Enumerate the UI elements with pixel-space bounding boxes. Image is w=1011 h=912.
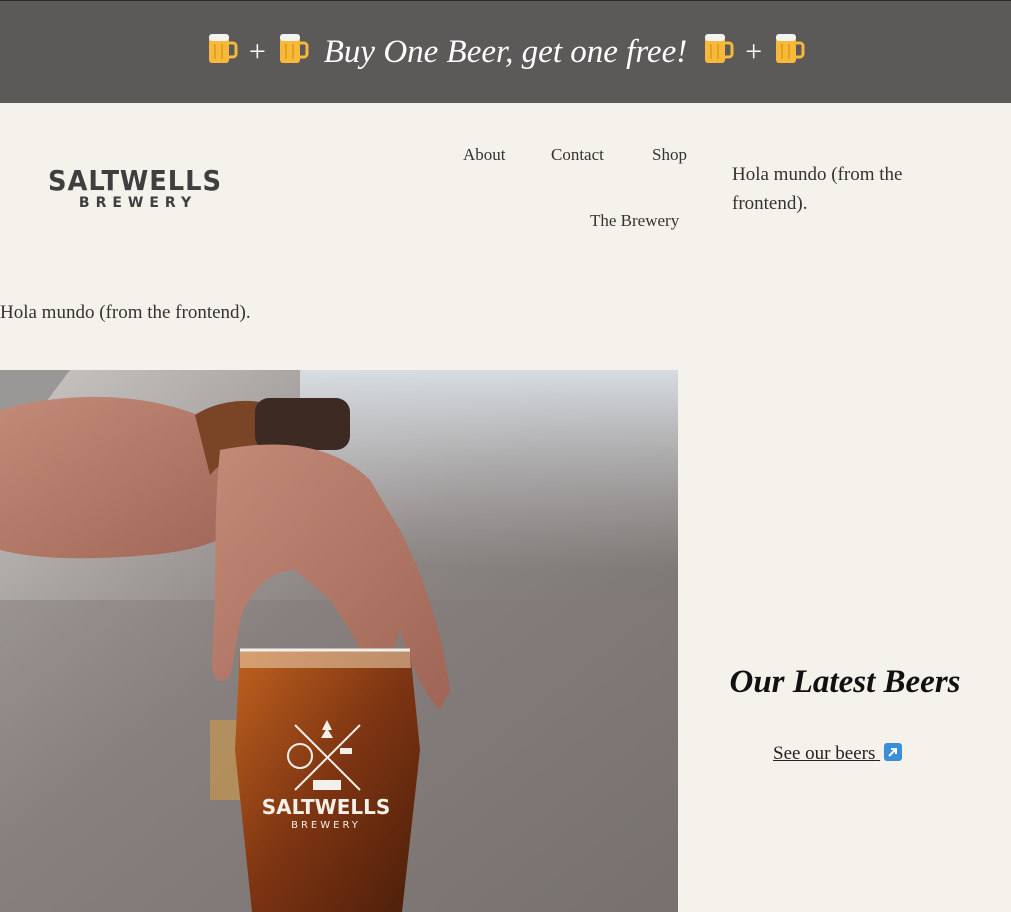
see-our-beers-link[interactable]: See our beers [773,743,903,765]
beer-mug-icon [701,31,735,74]
promo-banner: + Buy One Beer, get one free! + [0,0,1011,103]
nav-about-link[interactable]: About [463,145,506,165]
nav-contact-link[interactable]: Contact [551,145,604,165]
logo-line1: SALTWELLS [48,164,222,197]
external-arrow-icon [884,743,903,761]
site-logo[interactable]: SALTWELLS BREWERY [39,164,231,212]
nav-shop-link[interactable]: Shop [652,145,687,165]
logo-line2: BREWERY [78,195,198,211]
plus-sign: + [248,35,266,68]
promo-text: Buy One Beer, get one free! [323,33,688,70]
hola-text-header: Hola mundo (from the frontend). [732,164,903,214]
hero-beer-image: SALTWELLS BREWERY [0,370,678,912]
beer-mug-icon [276,31,310,74]
glass-logo-line2: BREWERY [291,820,361,831]
latest-beers-heading: Our Latest Beers [729,664,961,700]
hola-text-body: Hola mundo (from the frontend). [0,302,251,323]
glass-logo-line1: SALTWELLS [262,795,391,819]
nav-brewery-link[interactable]: The Brewery [590,211,679,231]
beer-mug-icon [205,31,239,74]
beer-mug-icon [772,31,806,74]
see-our-beers-label: See our beers [773,743,876,764]
plus-sign: + [745,35,763,68]
